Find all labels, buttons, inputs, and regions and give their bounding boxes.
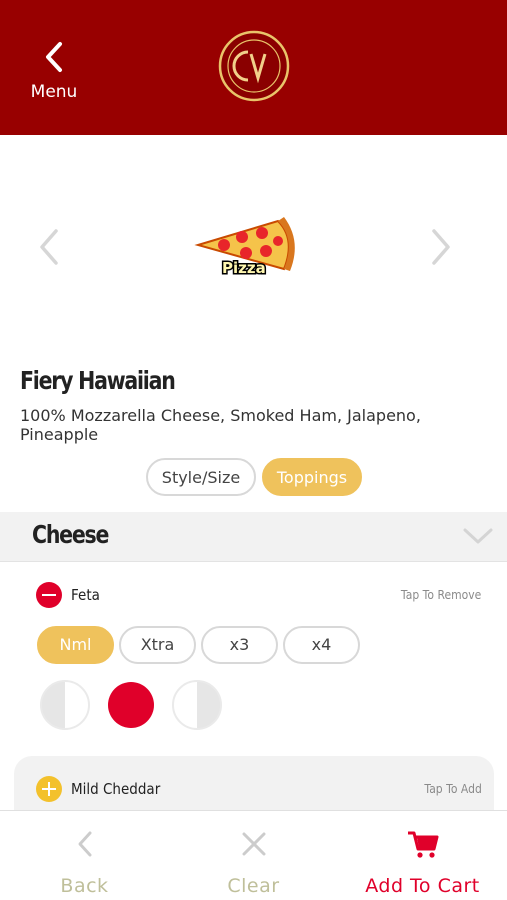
option-tabs: Style/Size Toppings [0,458,507,498]
menu-back-label: Menu [30,82,78,102]
image-carousel: Pizza [0,135,507,360]
chevron-left-icon [40,229,58,265]
right-half-placement-icon[interactable] [172,680,222,730]
product-title: Fiery Hawaiian [20,366,176,395]
amount-x3-button[interactable]: x3 [201,626,278,664]
left-half-placement-icon[interactable] [40,680,90,730]
header: Menu [0,0,507,135]
topping-feta: Feta Tap To Remove Nml Xtra x3 x4 [0,576,507,751]
tap-to-add-link[interactable]: Tap To Add [425,782,482,796]
cart-icon [407,831,438,858]
cheese-section-header[interactable]: Cheese [0,512,507,562]
tab-toppings[interactable]: Toppings [262,458,362,496]
back-button[interactable]: Back [0,811,169,900]
pizza-slice-icon: Pizza [192,211,298,283]
menu-back-button[interactable]: Menu [24,40,84,110]
tap-to-remove-link[interactable]: Tap To Remove [401,588,481,602]
add-to-cart-label: Add To Cart [365,875,480,897]
topping-name: Mild Cheddar [71,780,161,798]
whole-placement-icon[interactable] [108,682,154,728]
topping-name: Feta [71,586,100,604]
back-label: Back [60,875,109,897]
product-description: 100% Mozzarella Cheese, Smoked Ham, Jala… [20,406,421,444]
amount-xtra-button[interactable]: Xtra [119,626,196,664]
clear-label: Clear [227,875,280,897]
add-topping-icon[interactable] [36,776,62,802]
clear-button[interactable]: Clear [169,811,338,900]
carousel-prev-button[interactable] [36,227,62,271]
chevron-left-icon [78,831,91,857]
pizza-image-caption: Pizza [222,259,266,277]
chevron-left-icon [46,42,62,72]
remove-topping-icon[interactable] [36,582,62,608]
amount-nml-button[interactable]: Nml [37,626,114,664]
carousel-next-button[interactable] [428,227,454,271]
topping-mild-cheddar[interactable]: Mild Cheddar Tap To Add [14,756,494,816]
chevron-right-icon [432,229,450,265]
bottom-action-bar: Back Clear Add To Cart [0,810,507,900]
cv-logo [218,30,290,102]
amount-x4-button[interactable]: x4 [283,626,360,664]
section-title: Cheese [32,520,109,549]
close-icon [242,832,265,856]
add-to-cart-button[interactable]: Add To Cart [338,811,507,900]
tab-style-size[interactable]: Style/Size [146,458,256,496]
chevron-down-icon [462,526,494,550]
